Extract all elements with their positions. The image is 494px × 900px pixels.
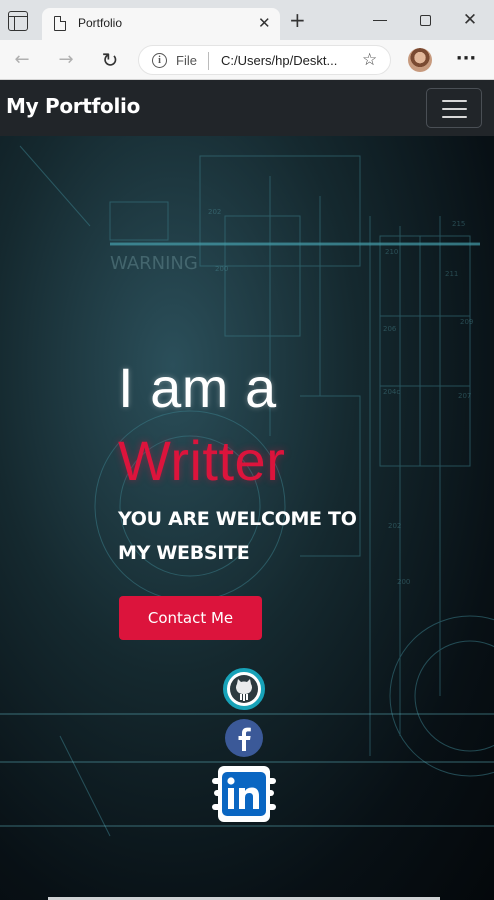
navbar-brand[interactable]: My Portfolio (6, 94, 140, 118)
hero-welcome-text: YOU ARE WELCOME TO MY WEBSITE (118, 508, 357, 564)
facebook-icon[interactable] (224, 718, 264, 758)
hamburger-line (442, 116, 467, 118)
svg-text:200: 200 (397, 578, 410, 586)
back-arrow-icon[interactable]: ← (10, 48, 34, 72)
browser-tab[interactable]: Portfolio ✕ (42, 8, 280, 40)
tab-close-icon[interactable]: ✕ (258, 13, 271, 33)
hamburger-line (442, 100, 467, 102)
url-text[interactable]: C:/Users/hp/Deskt... (221, 53, 337, 68)
page-icon (54, 16, 66, 31)
tab-actions-icon[interactable] (8, 11, 28, 31)
github-icon[interactable] (223, 668, 265, 710)
window-close-icon[interactable]: ✕ (460, 10, 480, 30)
profile-avatar[interactable] (408, 48, 432, 72)
info-icon[interactable]: i (152, 53, 167, 68)
svg-text:200: 200 (215, 265, 228, 273)
svg-text:202: 202 (388, 522, 401, 530)
hero-intro-text: I am a (118, 356, 277, 419)
svg-text:209: 209 (460, 318, 473, 326)
svg-text:206: 206 (383, 325, 397, 333)
decorative-warning-text: WARNING (110, 253, 198, 274)
hero-role-text: Writter (118, 429, 286, 492)
url-scheme-label: File (176, 53, 197, 68)
svg-text:211: 211 (445, 270, 458, 278)
browser-toolbar: ← → ↻ i File C:/Users/hp/Deskt... ☆ ··· (0, 40, 494, 80)
hero-section: 202 200 210 215 206 211 209 204c 207 200 202 WA… (0, 136, 494, 900)
browser-titlebar: Portfolio ✕ + ✕ (0, 0, 494, 40)
minimize-icon[interactable] (370, 10, 390, 30)
site-navbar: My Portfolio (0, 80, 494, 136)
svg-text:204c: 204c (383, 388, 400, 396)
more-options-icon[interactable]: ··· (455, 48, 477, 72)
hamburger-menu-button[interactable] (426, 88, 482, 128)
svg-text:215: 215 (452, 220, 465, 228)
reload-icon[interactable]: ↻ (98, 48, 122, 72)
svg-text:207: 207 (458, 392, 471, 400)
address-divider (208, 52, 209, 70)
tab-title: Portfolio (78, 16, 123, 30)
linkedin-icon[interactable] (212, 764, 276, 824)
add-favorite-icon[interactable]: ☆ (362, 51, 377, 69)
svg-text:210: 210 (385, 248, 398, 256)
address-bar[interactable]: i File C:/Users/hp/Deskt... ☆ (138, 45, 391, 75)
forward-arrow-icon[interactable]: → (54, 48, 78, 72)
hamburger-line (442, 108, 467, 110)
new-tab-icon[interactable]: + (289, 9, 306, 31)
maximize-icon[interactable] (415, 10, 435, 30)
contact-me-button[interactable]: Contact Me (119, 596, 262, 640)
svg-text:202: 202 (208, 208, 221, 216)
